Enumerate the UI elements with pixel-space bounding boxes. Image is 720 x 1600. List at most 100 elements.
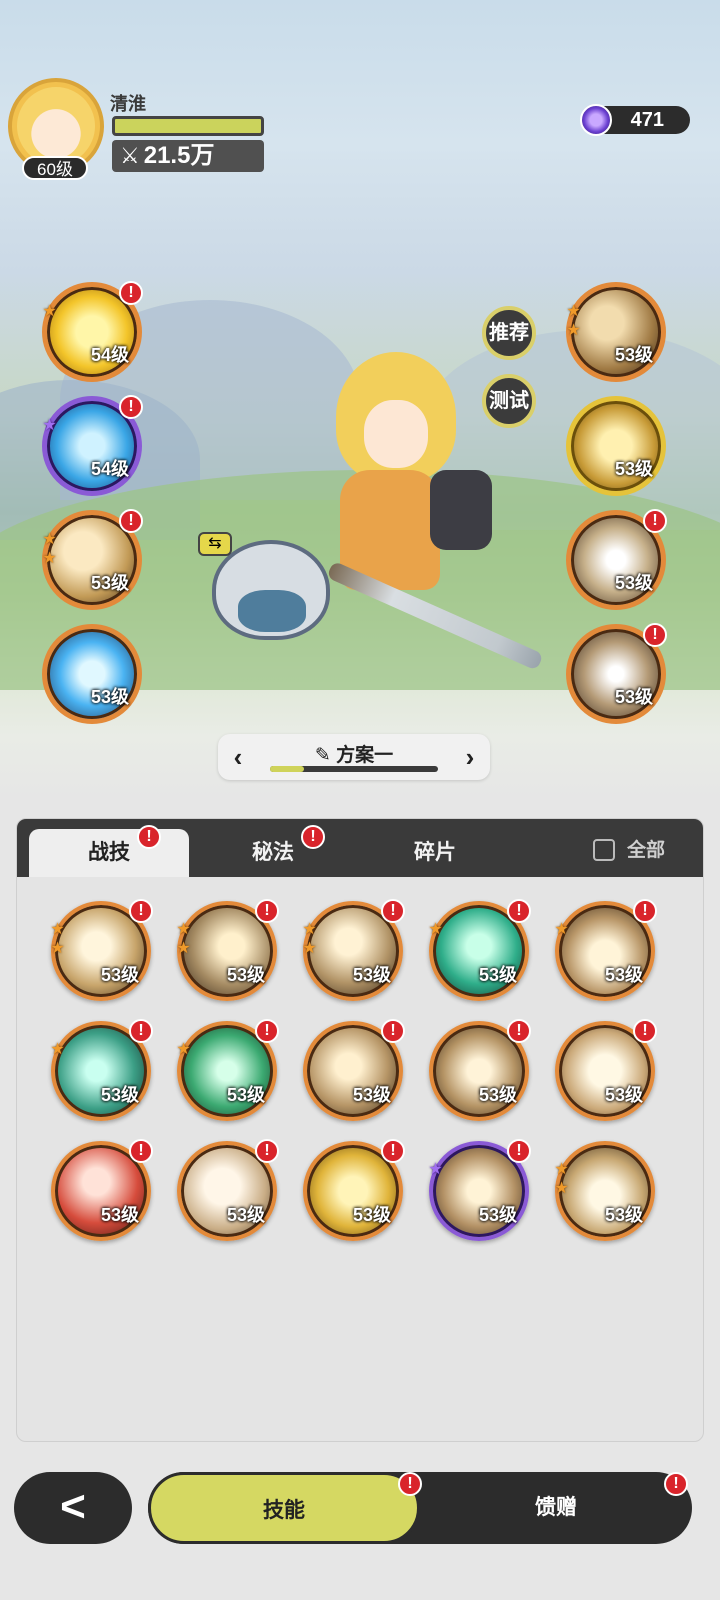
edit-pencil-icon: ✎ <box>314 745 331 766</box>
chevron-right-icon[interactable]: › <box>456 742 484 772</box>
select-all-label[interactable]: 全部 <box>627 835 665 862</box>
skill-slot[interactable]: 53级! ★★ <box>40 509 143 610</box>
star-rating: ★★ <box>564 301 581 339</box>
tab-label: 战技 <box>88 841 130 864</box>
pet-face <box>238 590 306 632</box>
skill-slot[interactable]: 53级 <box>566 396 666 496</box>
skill-level: 53级 <box>352 1205 391 1225</box>
skill-slot[interactable]: 53级! ★ <box>174 1019 279 1121</box>
alert-badge: ! <box>381 899 405 923</box>
skill-slot[interactable]: 53级! <box>177 1139 279 1241</box>
star-rating: ★★ <box>40 529 57 567</box>
shield-icon <box>430 470 492 550</box>
skill-slot[interactable]: 53级! ★ <box>48 1019 153 1121</box>
test-button[interactable]: 测试 <box>482 374 536 428</box>
plan-progress-fill <box>270 766 304 772</box>
alert-badge: ! <box>507 1019 531 1043</box>
alert-badge: ! <box>507 899 531 923</box>
avatar-portrait <box>17 87 95 165</box>
skill-slot[interactable]: 53级! ★★ <box>174 899 279 1001</box>
select-all-checkbox[interactable] <box>593 839 615 861</box>
alert-badge: ! <box>633 1019 657 1043</box>
swap-pet-icon[interactable]: ⇆ <box>198 532 232 556</box>
nav-tab-gifts[interactable]: 馈赠 <box>420 1472 692 1544</box>
skill-slot[interactable]: 53级! ★ <box>426 899 531 1001</box>
nav-tab-skills[interactable]: 技能 <box>148 1472 420 1544</box>
skill-level: 53级 <box>352 965 391 985</box>
skill-level: 53级 <box>614 345 653 365</box>
crossed-swords-icon: ⚔ <box>120 143 140 168</box>
star-rating: ★ <box>48 1039 65 1058</box>
alert-badge: ! <box>129 899 153 923</box>
star-rating: ★ <box>426 919 443 938</box>
back-button[interactable]: < <box>14 1472 132 1544</box>
purple-gem-icon <box>580 104 612 136</box>
alert-badge: ! <box>119 395 143 419</box>
skill-slot[interactable]: 53级 <box>42 624 142 724</box>
skill-slot[interactable]: 53级! ★ <box>426 1139 531 1241</box>
player-level: 60级 <box>22 156 88 180</box>
skill-level: 53级 <box>90 687 129 707</box>
skill-slot[interactable]: 53级! ★★ <box>48 899 153 1001</box>
plan-selector: ‹ ✎ 方案一 › <box>218 734 490 780</box>
alert-badge: ! <box>119 281 143 305</box>
tab-secret-alert-badge: ! <box>301 825 325 849</box>
skill-level: 54级 <box>90 345 129 365</box>
skill-panel: 战技 ! 秘法 ! 碎片 全部 53级! ★★ 53级! ★★ 53级! ★★ 53级! ★ 5… <box>16 818 704 1442</box>
plan-progress-bar <box>270 766 438 772</box>
skill-slot[interactable]: 54级! ★ <box>40 395 143 496</box>
skill-level: 53级 <box>604 1205 643 1225</box>
skill-level: 53级 <box>614 573 653 593</box>
hero-face <box>364 400 428 468</box>
alert-badge: ! <box>381 1139 405 1163</box>
tab-label: 秘法 <box>252 841 294 864</box>
player-exp-bar <box>112 116 264 136</box>
plan-title[interactable]: ✎ 方案一 <box>218 740 490 767</box>
alert-badge: ! <box>643 623 667 647</box>
skill-slot[interactable]: 53级! ★★ <box>300 899 405 1001</box>
star-rating: ★ <box>426 1159 443 1178</box>
plan-name: 方案一 <box>336 745 394 766</box>
alert-badge: ! <box>381 1019 405 1043</box>
star-rating: ★★ <box>174 919 191 957</box>
skill-slot[interactable]: 53级! ★ <box>552 899 657 1001</box>
battle-scene: 60级 清淮 ⚔ 21.5万 471 推荐 测试 ⇆ 54级! ★ 54级! ★ 53级!… <box>0 0 720 800</box>
alert-badge: ! <box>119 509 143 533</box>
power-rating: ⚔ 21.5万 <box>112 140 264 172</box>
skill-level: 53级 <box>90 573 129 593</box>
star-rating: ★ <box>552 919 569 938</box>
alert-badge: ! <box>129 1139 153 1163</box>
skill-level: 54级 <box>90 459 129 479</box>
tab-fragments[interactable]: 碎片 <box>355 829 515 877</box>
alert-badge: ! <box>643 509 667 533</box>
tab-secret-arts[interactable]: 秘法 <box>193 829 353 877</box>
skill-level: 53级 <box>352 1085 391 1105</box>
skill-slot[interactable]: 53级! <box>303 1019 405 1121</box>
skill-slot[interactable]: 53级! <box>566 623 667 724</box>
skill-level: 53级 <box>478 1085 517 1105</box>
skill-level: 53级 <box>604 1085 643 1105</box>
nav-skills-alert-badge: ! <box>398 1472 422 1496</box>
star-rating: ★★ <box>48 919 65 957</box>
skill-slot[interactable]: 53级 ★★ <box>552 1141 655 1241</box>
recommend-button[interactable]: 推荐 <box>482 306 536 360</box>
tab-label: 碎片 <box>414 841 456 864</box>
alert-badge: ! <box>255 1139 279 1163</box>
tab-combat-skills[interactable]: 战技 <box>29 829 189 877</box>
skill-slot[interactable]: 54级! ★ <box>40 281 143 382</box>
skill-level: 53级 <box>614 687 653 707</box>
skill-slot[interactable]: 53级 ★★ <box>564 282 666 382</box>
star-rating: ★★ <box>300 919 317 957</box>
alert-badge: ! <box>255 1019 279 1043</box>
skill-tabbar: 战技 ! 秘法 ! 碎片 全部 <box>17 819 703 877</box>
star-rating: ★ <box>40 301 57 320</box>
skill-slot[interactable]: 53级! <box>51 1139 153 1241</box>
skill-slot[interactable]: 53级! <box>555 1019 657 1121</box>
alert-badge: ! <box>633 899 657 923</box>
skill-slot[interactable]: 53级! <box>303 1139 405 1241</box>
skill-level: 53级 <box>100 1205 139 1225</box>
skill-slot[interactable]: 53级! <box>429 1019 531 1121</box>
skill-slot[interactable]: 53级! <box>566 509 667 610</box>
star-rating: ★ <box>174 1039 191 1058</box>
skill-level: 53级 <box>604 965 643 985</box>
